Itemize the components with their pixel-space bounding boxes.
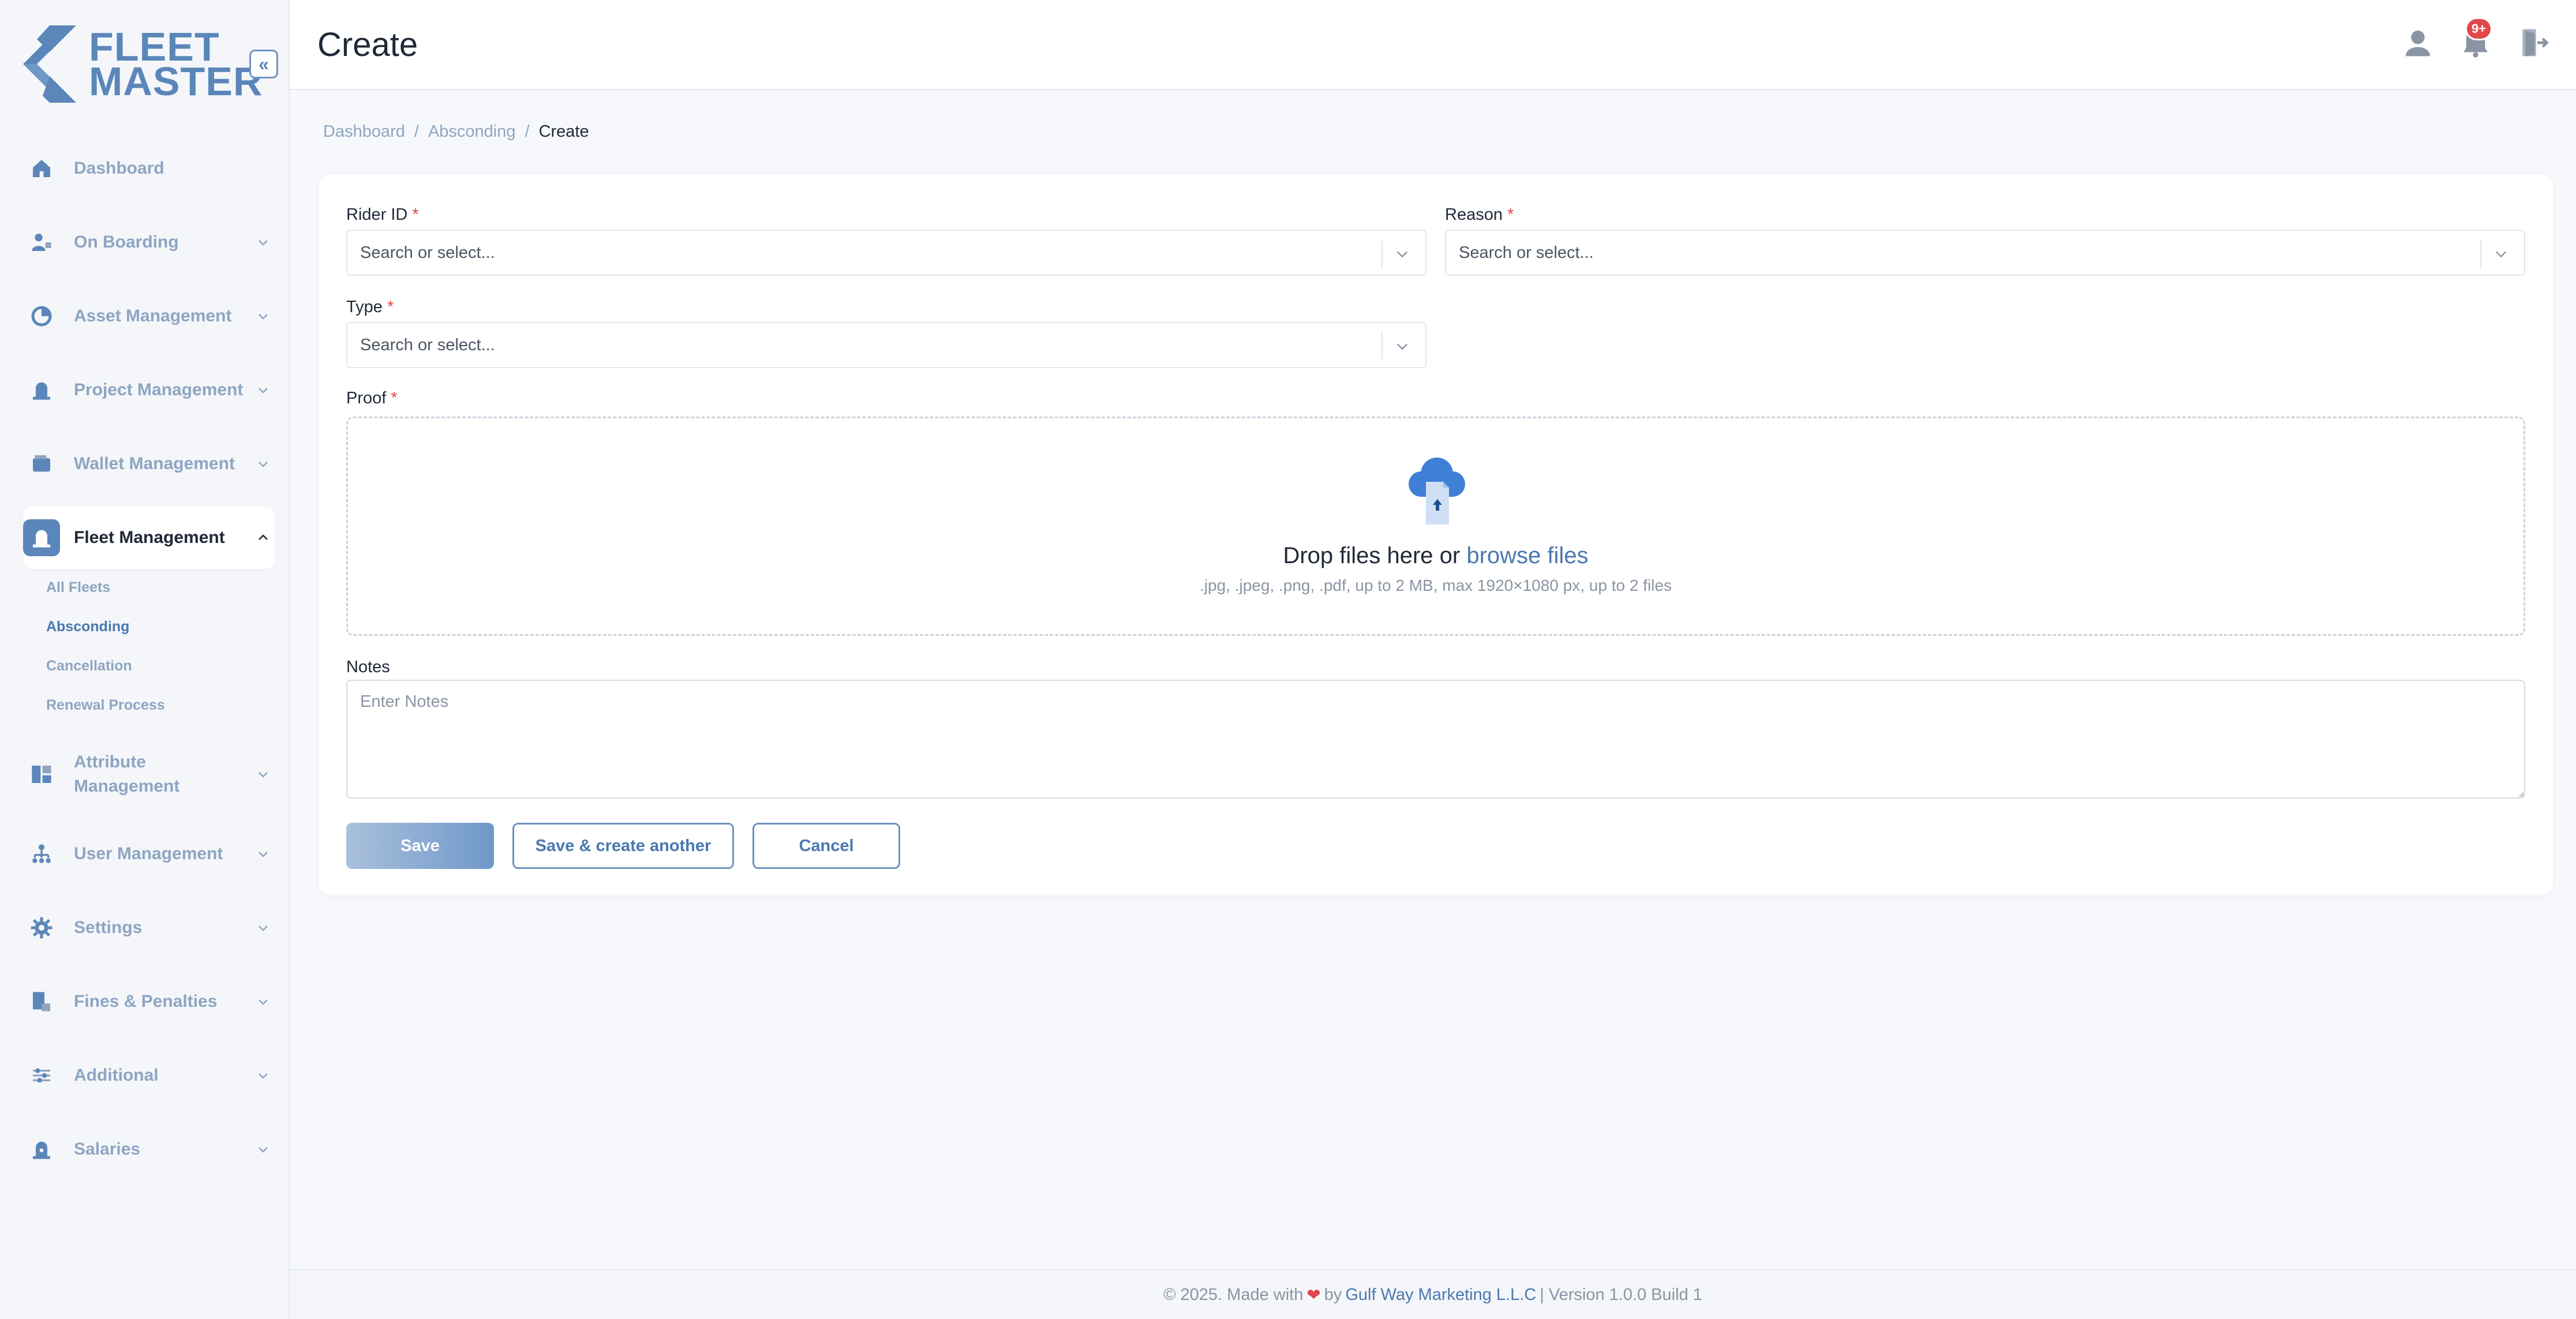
notes-label: Notes <box>346 658 390 676</box>
sidebar-subitem-absconding[interactable]: Absconding <box>46 619 129 635</box>
reason-input[interactable] <box>1446 231 2524 275</box>
select-separator <box>1381 332 1383 360</box>
save-and-create-another-button[interactable]: Save & create another <box>512 823 734 869</box>
notes-textarea[interactable] <box>346 680 2525 799</box>
logo-mark-icon <box>23 25 76 103</box>
sidebar-item-attribute-management[interactable]: Attribute Management <box>23 743 275 805</box>
chevron-up-icon <box>252 526 275 549</box>
rider-id-input[interactable] <box>347 231 1425 275</box>
home-icon <box>23 150 60 187</box>
sidebar-item-settings[interactable]: Settings <box>23 897 275 959</box>
browse-files-link[interactable]: browse files <box>1466 543 1588 568</box>
footer-prefix: © 2025. Made with <box>1163 1285 1304 1304</box>
sidebar-subitem-cancellation[interactable]: Cancellation <box>46 658 132 675</box>
chevron-down-icon <box>252 305 275 328</box>
sidebar-item-on-boarding[interactable]: On Boarding <box>23 211 275 273</box>
sidebar-item-asset-management[interactable]: Asset Management <box>23 285 275 347</box>
breadcrumb-current: Create <box>538 122 589 141</box>
breadcrumb-absconding[interactable]: Absconding <box>428 122 516 141</box>
sidebar-collapse-button[interactable]: « <box>249 50 278 78</box>
cancel-button[interactable]: Cancel <box>752 823 900 869</box>
select-separator <box>1381 240 1383 268</box>
logo-text: FLEET MASTER <box>89 24 263 104</box>
cloud-upload-icon <box>1409 458 1465 524</box>
sidebar: FLEET MASTER « Dashboard On Boarding Ass… <box>0 0 290 1319</box>
fines-icon <box>23 983 60 1020</box>
sidebar-item-wallet-management[interactable]: Wallet Management <box>23 433 275 495</box>
type-label: Type * <box>346 298 394 316</box>
rider-id-label: Rider ID * <box>346 205 419 224</box>
sidebar-subitem-all-fleets[interactable]: All Fleets <box>46 579 110 596</box>
proof-label: Proof * <box>346 389 398 407</box>
gear-icon <box>23 909 60 946</box>
footer-by: by <box>1324 1285 1342 1304</box>
chevron-down-icon[interactable] <box>1388 240 1416 268</box>
onboarding-icon <box>23 224 60 261</box>
chevron-down-icon <box>252 1138 275 1161</box>
sidebar-subitem-renewal-process[interactable]: Renewal Process <box>46 697 165 714</box>
chevron-down-icon[interactable] <box>2487 240 2515 268</box>
asset-icon <box>23 298 60 335</box>
dropzone-text: Drop files here or browse files <box>1283 543 1589 568</box>
sidebar-item-fines-penalties[interactable]: Fines & Penalties <box>23 970 275 1033</box>
logo[interactable]: FLEET MASTER <box>23 25 263 103</box>
chevron-down-icon <box>252 452 275 475</box>
sidebar-item-additional[interactable]: Additional <box>23 1044 275 1107</box>
attribute-icon <box>23 756 60 793</box>
salaries-icon <box>23 1131 60 1168</box>
chevron-down-icon <box>252 916 275 939</box>
sidebar-item-project-management[interactable]: Project Management <box>23 359 275 421</box>
chevron-down-icon <box>252 379 275 402</box>
sidebar-item-dashboard[interactable]: Dashboard <box>23 137 275 200</box>
select-separator <box>2480 240 2481 268</box>
proof-dropzone[interactable]: Drop files here or browse files .jpg, .j… <box>346 417 2525 636</box>
additional-icon <box>23 1057 60 1094</box>
breadcrumb-separator: / <box>525 122 530 141</box>
sidebar-item-salaries[interactable]: Salaries <box>23 1118 275 1181</box>
create-form-card: Rider ID * Reason * Type * Proof * <box>319 174 2553 895</box>
user-icon[interactable] <box>2402 27 2434 59</box>
company-link[interactable]: Gulf Way Marketing L.L.C <box>1345 1286 1536 1305</box>
fleet-icon <box>23 519 60 556</box>
chevron-down-icon <box>252 763 275 786</box>
reason-label: Reason * <box>1445 205 1514 224</box>
notification-badge: 9+ <box>2465 17 2493 40</box>
type-input[interactable] <box>347 323 1425 367</box>
breadcrumb-separator: / <box>414 122 419 141</box>
rider-id-select[interactable] <box>346 230 1426 276</box>
project-icon <box>23 372 60 409</box>
chevron-down-icon <box>252 1064 275 1087</box>
type-select[interactable] <box>346 322 1426 368</box>
footer: © 2025. Made with ❤ by Gulf Way Marketin… <box>290 1269 2576 1319</box>
top-header: Create <box>290 0 2576 90</box>
chevron-down-icon[interactable] <box>1388 332 1416 360</box>
user-tree-icon <box>23 835 60 872</box>
footer-version: | Version 1.0.0 Build 1 <box>1540 1285 1702 1304</box>
chevron-down-icon <box>252 231 275 254</box>
heart-icon: ❤ <box>1306 1286 1321 1305</box>
page-title: Create <box>317 26 418 63</box>
chevron-down-icon <box>252 990 275 1013</box>
double-chevron-left-icon: « <box>259 53 269 74</box>
dropzone-hint: .jpg, .jpeg, .png, .pdf, up to 2 MB, max… <box>1200 576 1672 594</box>
sidebar-item-fleet-management[interactable]: Fleet Management <box>23 507 275 569</box>
breadcrumb: Dashboard / Absconding / Create <box>323 122 589 141</box>
chevron-down-icon <box>252 842 275 865</box>
wallet-icon <box>23 445 60 482</box>
breadcrumb-dashboard[interactable]: Dashboard <box>323 122 405 141</box>
reason-select[interactable] <box>1445 230 2525 276</box>
logout-icon[interactable] <box>2517 27 2549 59</box>
save-button[interactable]: Save <box>346 823 494 869</box>
sidebar-item-user-management[interactable]: User Management <box>23 823 275 885</box>
